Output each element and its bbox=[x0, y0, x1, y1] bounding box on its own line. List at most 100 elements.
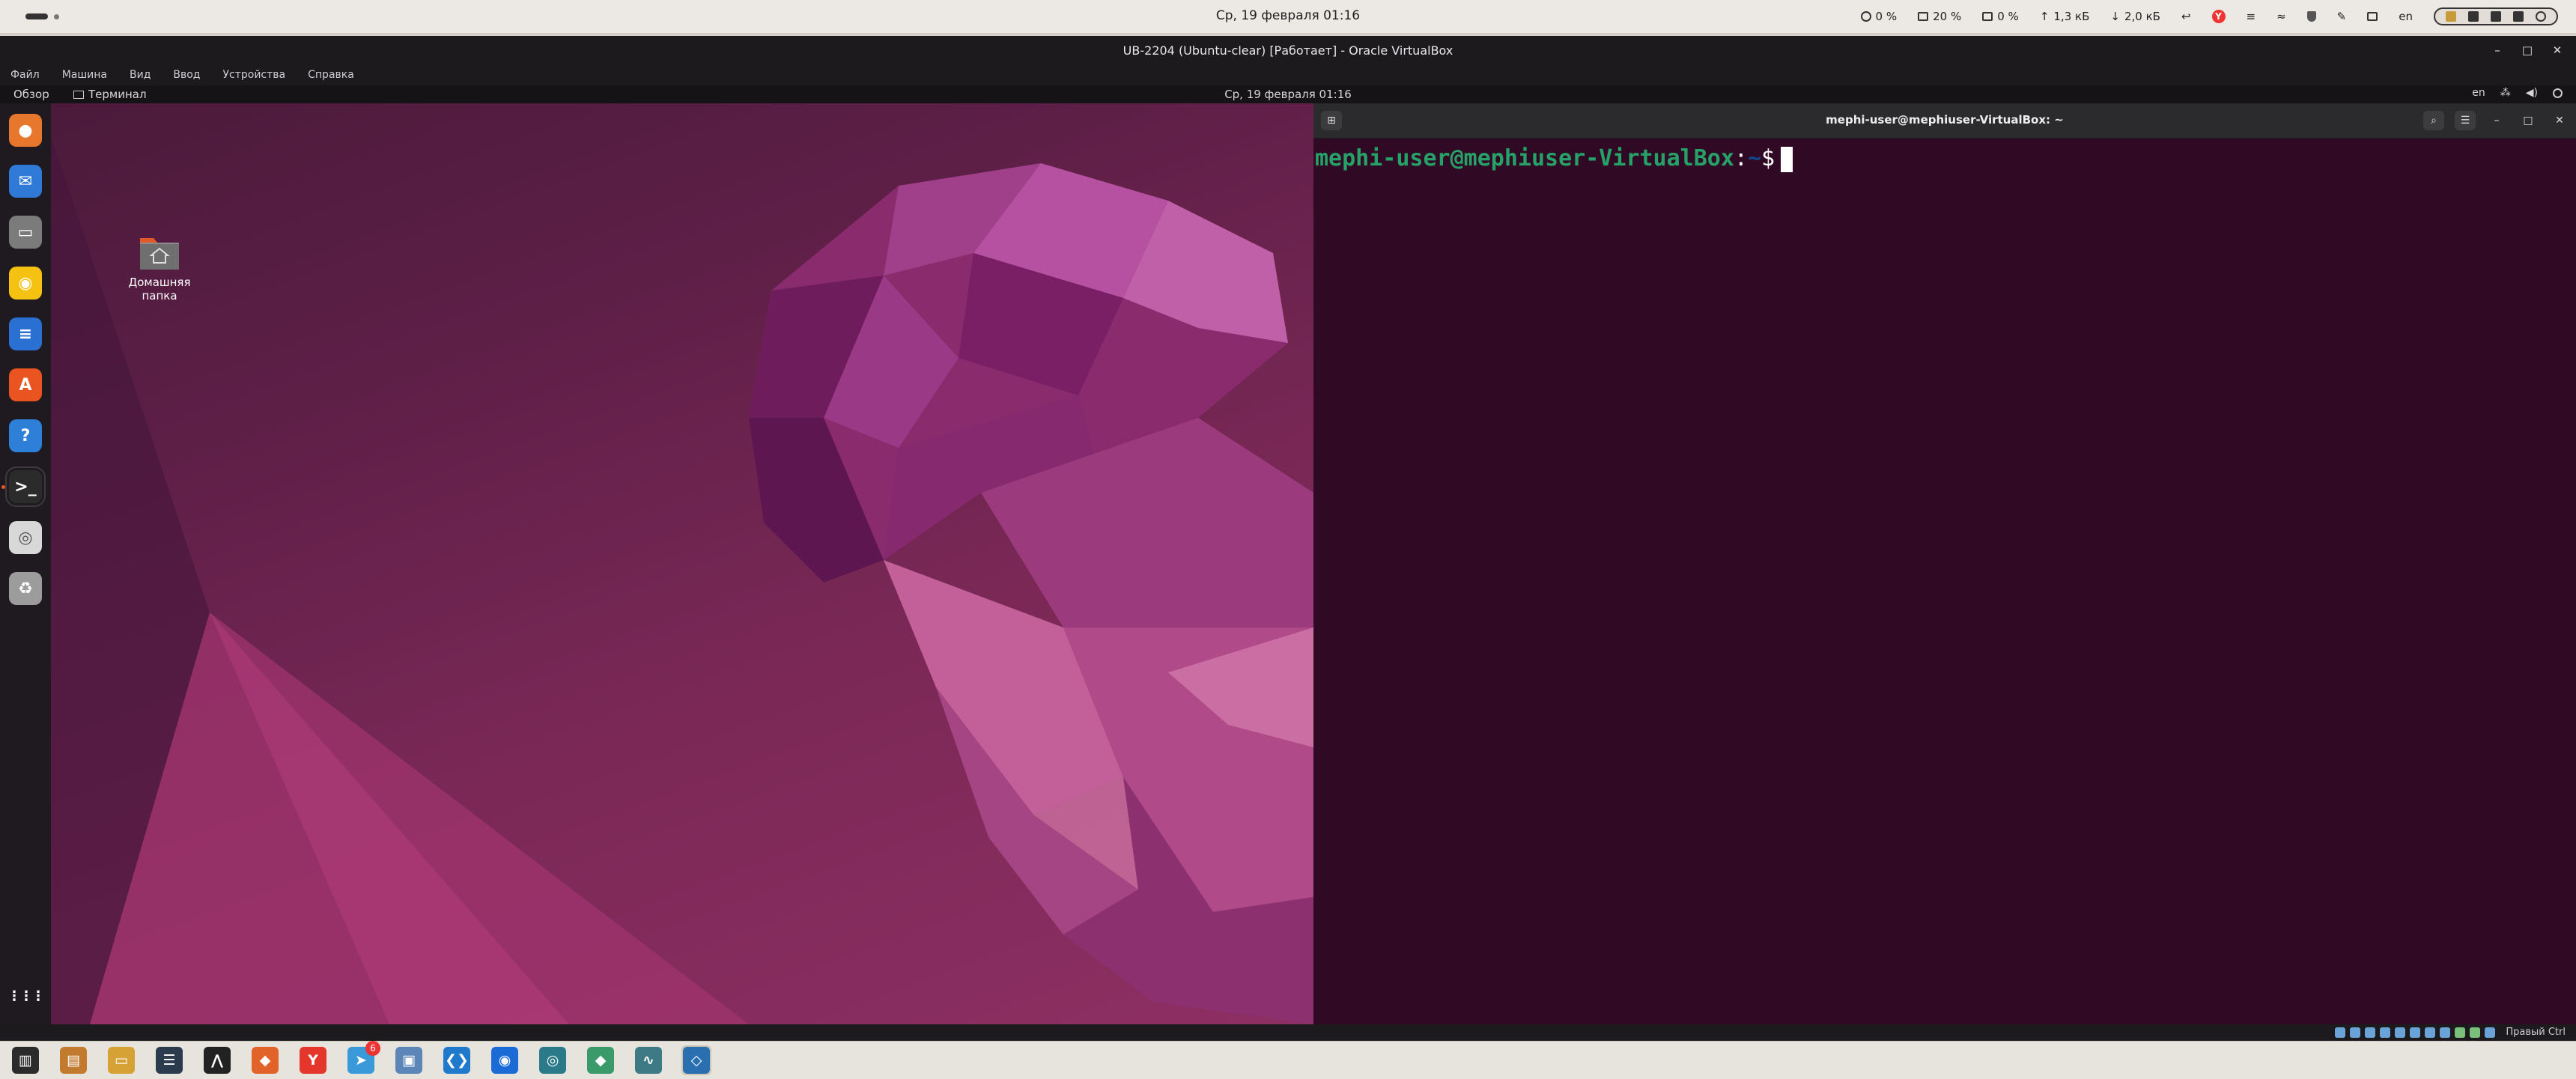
upload-indicator[interactable]: ↑ 1,3 кБ bbox=[2040, 10, 2090, 23]
keyboard-layout[interactable]: en bbox=[2399, 10, 2413, 23]
app-grid-icon[interactable]: ⋮⋮⋮ bbox=[7, 979, 45, 1012]
clipboard-icon[interactable] bbox=[2367, 12, 2378, 21]
network-icon[interactable]: ⁂ bbox=[2500, 87, 2511, 99]
search-icon[interactable]: ⌕ bbox=[2423, 111, 2444, 130]
thunderbird-icon[interactable]: ✉ bbox=[9, 165, 42, 198]
terminal-body[interactable]: mephi-user@mephiuser-VirtualBox:~$ bbox=[1315, 138, 2576, 1024]
prompt-separator: : bbox=[1734, 145, 1748, 171]
cpu-icon[interactable] bbox=[2455, 1027, 2466, 1038]
guest-keyboard-layout[interactable]: en bbox=[2472, 87, 2485, 99]
terminal-icon[interactable]: >_ bbox=[5, 466, 46, 507]
volume-icon[interactable]: ◀) bbox=[2526, 87, 2538, 99]
archive-icon[interactable]: ▤ bbox=[58, 1045, 88, 1075]
gitlab-icon[interactable]: ◆ bbox=[250, 1045, 280, 1075]
running-indicator-dot bbox=[1, 485, 5, 489]
notification-badge: 6 bbox=[365, 1041, 380, 1056]
power-icon[interactable] bbox=[2553, 88, 2563, 98]
guest-top-bar: Обзор Терминал Ср, 19 февраля 01:16 en ⁂… bbox=[0, 85, 2576, 103]
trash-icon[interactable]: ♻ bbox=[9, 572, 42, 605]
power-icon bbox=[2536, 11, 2546, 22]
yandex-browser-icon[interactable]: Y bbox=[298, 1045, 328, 1075]
hamburger-menu-icon[interactable]: ☰ bbox=[2455, 111, 2476, 130]
guest-clock[interactable]: Ср, 19 февраля 01:16 bbox=[0, 88, 2576, 101]
app-grid-glyph: ⋮⋮⋮ bbox=[7, 988, 45, 1004]
usb-icon[interactable] bbox=[2395, 1027, 2406, 1038]
rhythmbox-icon[interactable]: ◉ bbox=[9, 267, 42, 300]
menu-view[interactable]: Вид bbox=[130, 69, 151, 81]
vscode-glyph: ❮❯ bbox=[443, 1047, 470, 1074]
bluetooth-icon bbox=[2491, 11, 2501, 22]
vbox-window-controls: – □ ✕ bbox=[2489, 42, 2566, 58]
maximize-button[interactable]: □ bbox=[2518, 111, 2539, 130]
terminal-cursor bbox=[1781, 146, 1793, 172]
help-icon[interactable]: ? bbox=[9, 419, 42, 452]
files-glyph: ▭ bbox=[17, 222, 34, 242]
optical-drive-icon[interactable] bbox=[2350, 1027, 2361, 1038]
back-arrow-icon[interactable]: ↩ bbox=[2181, 10, 2191, 23]
menu-file[interactable]: Файл bbox=[10, 69, 40, 81]
menu-machine[interactable]: Машина bbox=[62, 69, 107, 81]
cpu-icon bbox=[1860, 11, 1871, 22]
keyboard-icon[interactable] bbox=[2485, 1027, 2496, 1038]
software-center-icon[interactable]: A bbox=[9, 368, 42, 401]
monitor-icon[interactable]: ∿ bbox=[634, 1045, 663, 1075]
minimize-button[interactable]: – bbox=[2486, 111, 2507, 130]
audio-icon[interactable] bbox=[2365, 1027, 2376, 1038]
menu-help[interactable]: Справка bbox=[308, 69, 354, 81]
disc-icon[interactable]: ◎ bbox=[9, 521, 42, 554]
chat-icon[interactable]: ◉ bbox=[490, 1045, 520, 1075]
memory-icon bbox=[1918, 12, 1929, 21]
memory-indicator[interactable]: 20 % bbox=[1918, 10, 1961, 23]
close-button[interactable]: ✕ bbox=[2549, 42, 2566, 58]
thunderbird-glyph: ✉ bbox=[18, 171, 33, 191]
network-icon[interactable] bbox=[2380, 1027, 2391, 1038]
close-button[interactable]: ✕ bbox=[2549, 111, 2570, 130]
firefox-icon[interactable]: ● bbox=[9, 114, 42, 147]
files-icon[interactable]: ▭ bbox=[9, 216, 42, 249]
files-glyph: ▥ bbox=[12, 1047, 39, 1074]
vscode-icon[interactable]: ❮❯ bbox=[442, 1045, 472, 1075]
maximize-button[interactable]: □ bbox=[2519, 42, 2536, 58]
hdd-icon[interactable] bbox=[2335, 1027, 2346, 1038]
menu-devices[interactable]: Устройства bbox=[223, 69, 286, 81]
terminal-alt-icon[interactable]: ⋀ bbox=[202, 1045, 232, 1075]
help-glyph: ? bbox=[20, 426, 31, 446]
notes-icon[interactable]: ≡ bbox=[2247, 10, 2256, 23]
pin-icon[interactable]: ✎ bbox=[2337, 10, 2347, 23]
download-indicator[interactable]: ↓ 2,0 кБ bbox=[2110, 10, 2160, 23]
telegram-icon[interactable]: ➤ 6 bbox=[346, 1041, 380, 1075]
cpu-indicator[interactable]: 0 % bbox=[1860, 10, 1897, 23]
virtualbox-manager-icon[interactable]: ▣ bbox=[394, 1045, 424, 1075]
wifi-icon[interactable]: ≈ bbox=[2276, 10, 2286, 23]
mixer-glyph: ◎ bbox=[539, 1047, 566, 1074]
files-icon[interactable]: ▥ bbox=[10, 1045, 40, 1075]
terminal-window: ⊞ mephi-user@mephiuser-VirtualBox: ~ ⌕ ☰… bbox=[1313, 103, 2576, 1024]
folder-icon[interactable]: ▭ bbox=[106, 1045, 136, 1075]
virtualbox-manager-glyph: ▣ bbox=[395, 1047, 422, 1074]
shield-icon[interactable] bbox=[2306, 11, 2316, 22]
virtualbox-vm-icon[interactable]: ◇ bbox=[681, 1045, 711, 1075]
writer-glyph: ≡ bbox=[18, 324, 33, 344]
display-icon[interactable] bbox=[2425, 1027, 2436, 1038]
mouse-integration-icon[interactable] bbox=[2470, 1027, 2481, 1038]
minimize-button[interactable]: – bbox=[2489, 42, 2506, 58]
guest-system-tray: en ⁂ ◀) bbox=[2472, 87, 2563, 99]
status-menu-cluster[interactable] bbox=[2434, 7, 2558, 25]
host-system-tray: 0 % 20 % 0 % ↑ 1,3 кБ ↓ 2,0 кБ ↩ Y ≡ ≈ ✎ e… bbox=[1860, 5, 2558, 28]
home-folder-icon bbox=[139, 232, 180, 271]
vbox-menu-bar: Файл Машина Вид Ввод Устройства Справка bbox=[0, 64, 2576, 85]
toolbox-icon[interactable]: ◆ bbox=[586, 1045, 616, 1075]
writer-icon[interactable]: ≡ bbox=[9, 317, 42, 350]
guest-dock: ● ✉ ▭ ◉ ≡ A? >_ ◎ ♻ ⋮⋮⋮ bbox=[0, 103, 51, 1024]
swap-indicator[interactable]: 0 % bbox=[1982, 10, 2019, 23]
rhythmbox-glyph: ◉ bbox=[18, 273, 33, 293]
mixer-icon[interactable]: ◎ bbox=[538, 1045, 568, 1075]
yandex-icon[interactable]: Y bbox=[2211, 10, 2226, 23]
recording-icon[interactable] bbox=[2440, 1027, 2451, 1038]
desktop-home-folder[interactable]: Домашняя папка bbox=[120, 232, 199, 303]
shared-folders-icon[interactable] bbox=[2410, 1027, 2421, 1038]
notes-app-icon[interactable]: ☰ bbox=[154, 1045, 184, 1075]
menu-input[interactable]: Ввод bbox=[173, 69, 200, 81]
software-center-glyph: A bbox=[19, 375, 32, 395]
upload-arrow-icon: ↑ bbox=[2039, 10, 2050, 23]
